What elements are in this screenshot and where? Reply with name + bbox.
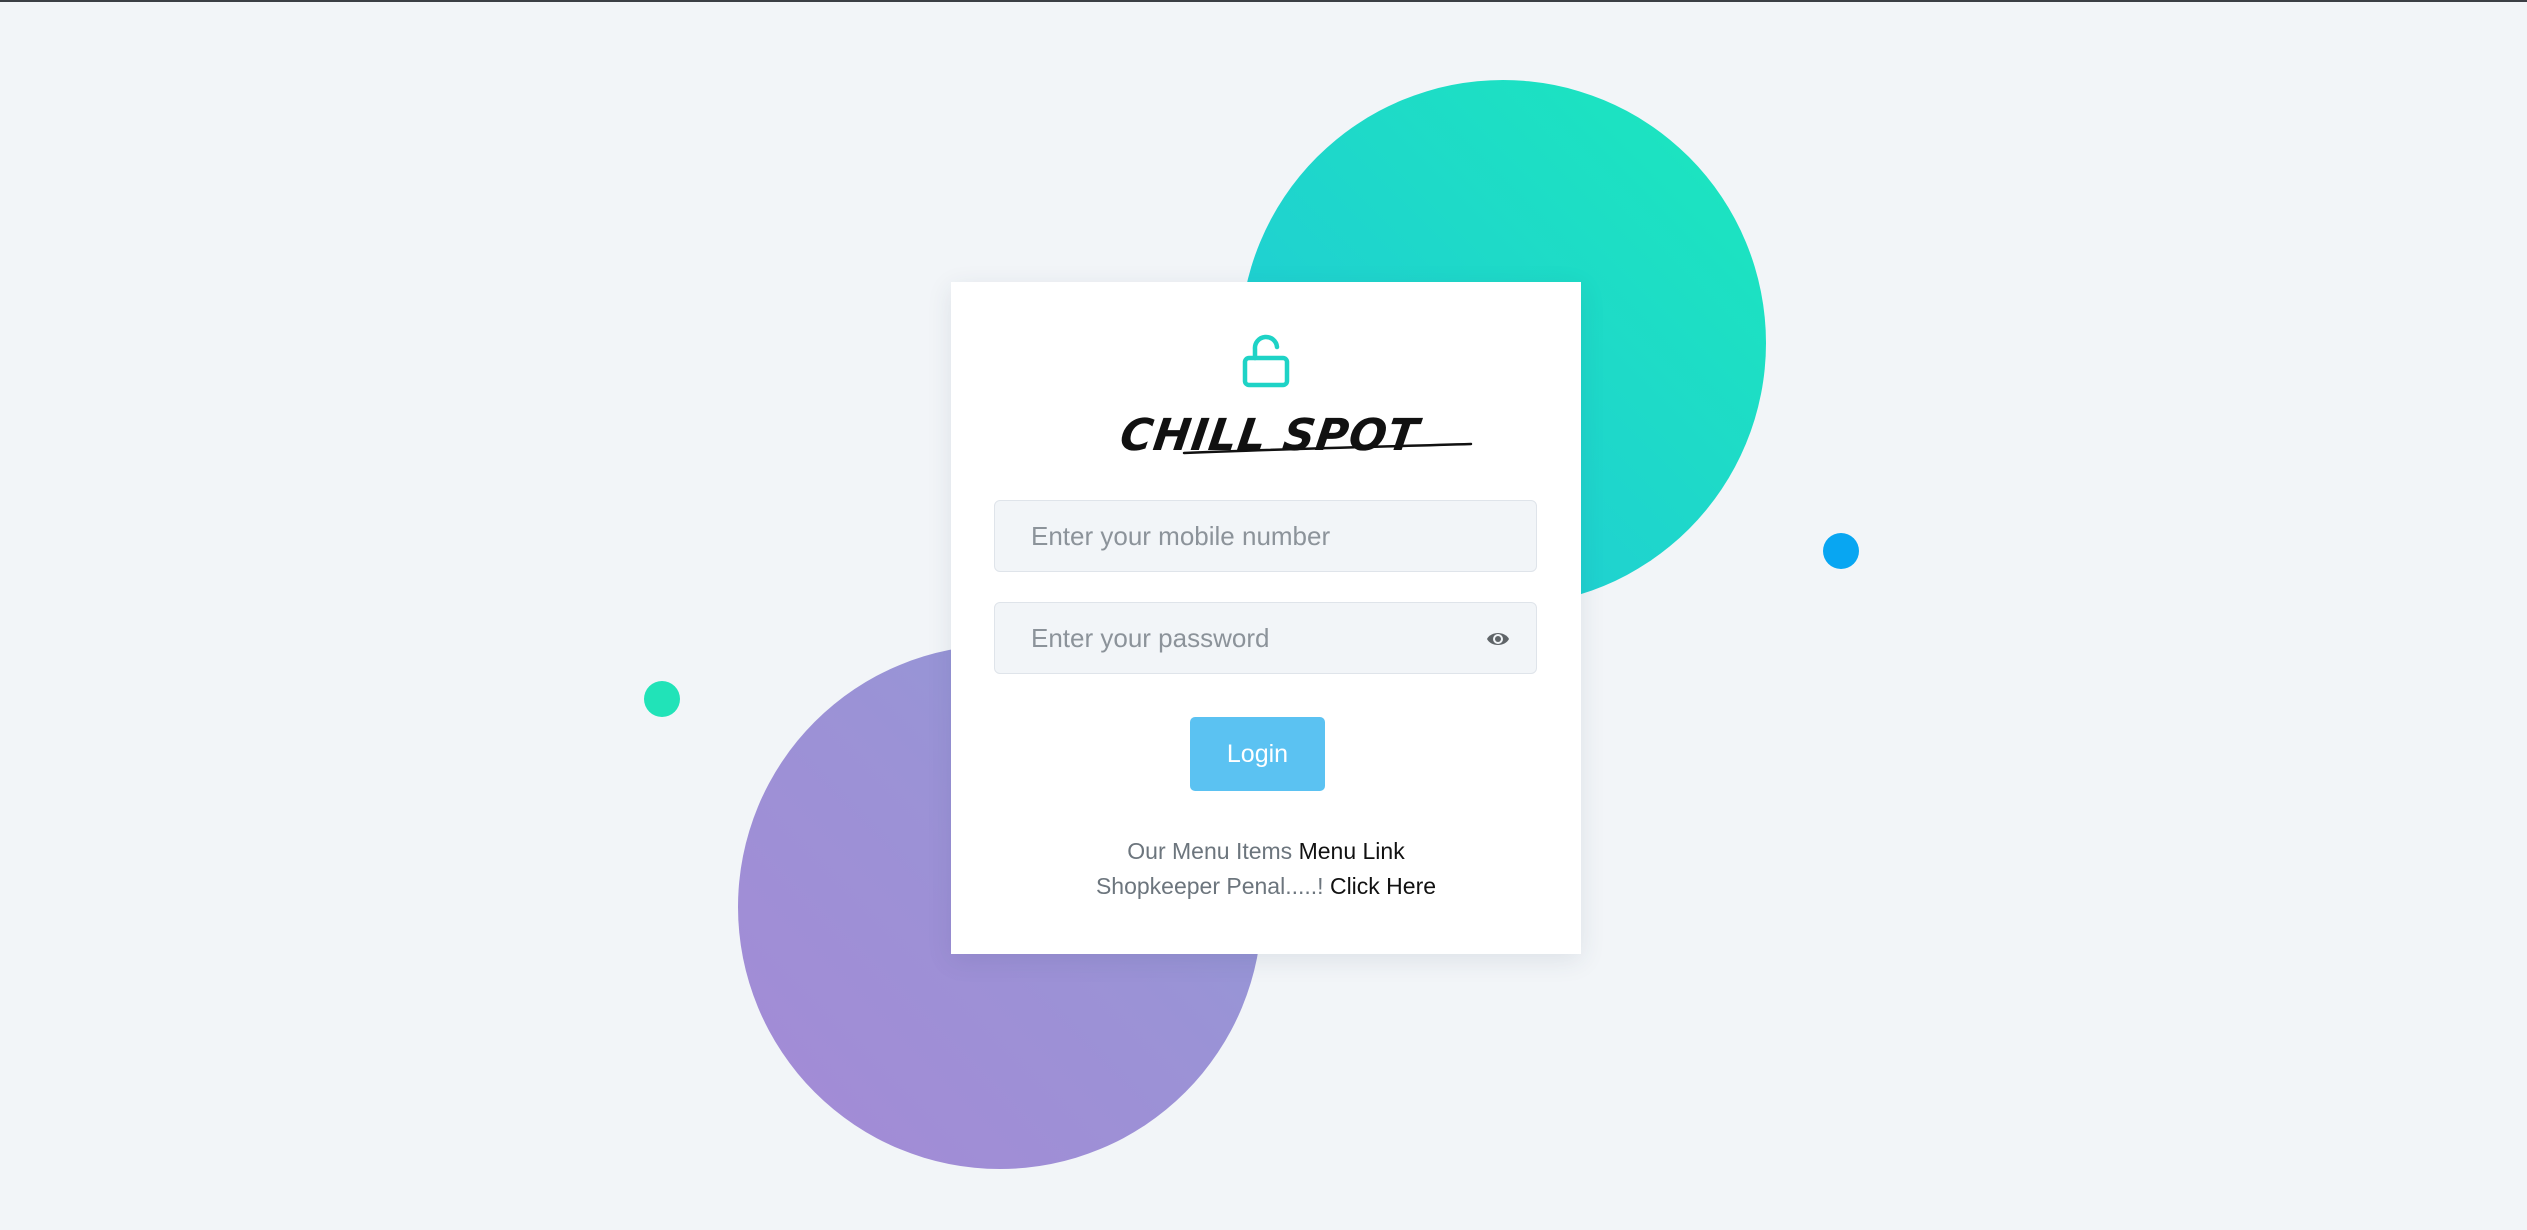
- logo-text: CHILL SPOT: [1117, 410, 1425, 461]
- eye-icon[interactable]: [1486, 628, 1510, 650]
- decorative-blue-dot: [1823, 533, 1859, 569]
- decorative-green-dot: [644, 681, 680, 717]
- menu-line: Our Menu Items Menu Link: [951, 834, 1581, 869]
- login-page: CHILL SPOT Login Our Menu Items Menu Lin…: [0, 0, 2527, 1230]
- login-card: CHILL SPOT Login Our Menu Items Menu Lin…: [951, 282, 1581, 954]
- menu-link[interactable]: Menu Link: [1299, 838, 1405, 864]
- shopkeeper-prefix-text: Shopkeeper Penal.....!: [1095, 873, 1324, 899]
- password-input[interactable]: [995, 603, 1536, 673]
- chill-spot-logo: CHILL SPOT: [1117, 410, 1473, 461]
- login-button[interactable]: Login: [1190, 717, 1325, 791]
- shopkeeper-line: Shopkeeper Penal.....! Click Here: [951, 869, 1581, 904]
- top-border: [0, 0, 2527, 2]
- mobile-field: [994, 500, 1537, 572]
- shopkeeper-link[interactable]: Click Here: [1330, 873, 1436, 899]
- mobile-input[interactable]: [995, 501, 1536, 571]
- menu-prefix-text: Our Menu Items: [1127, 838, 1293, 864]
- footer-links: Our Menu Items Menu Link Shopkeeper Pena…: [951, 834, 1581, 904]
- password-field: [994, 602, 1537, 674]
- unlock-icon: [1242, 334, 1290, 388]
